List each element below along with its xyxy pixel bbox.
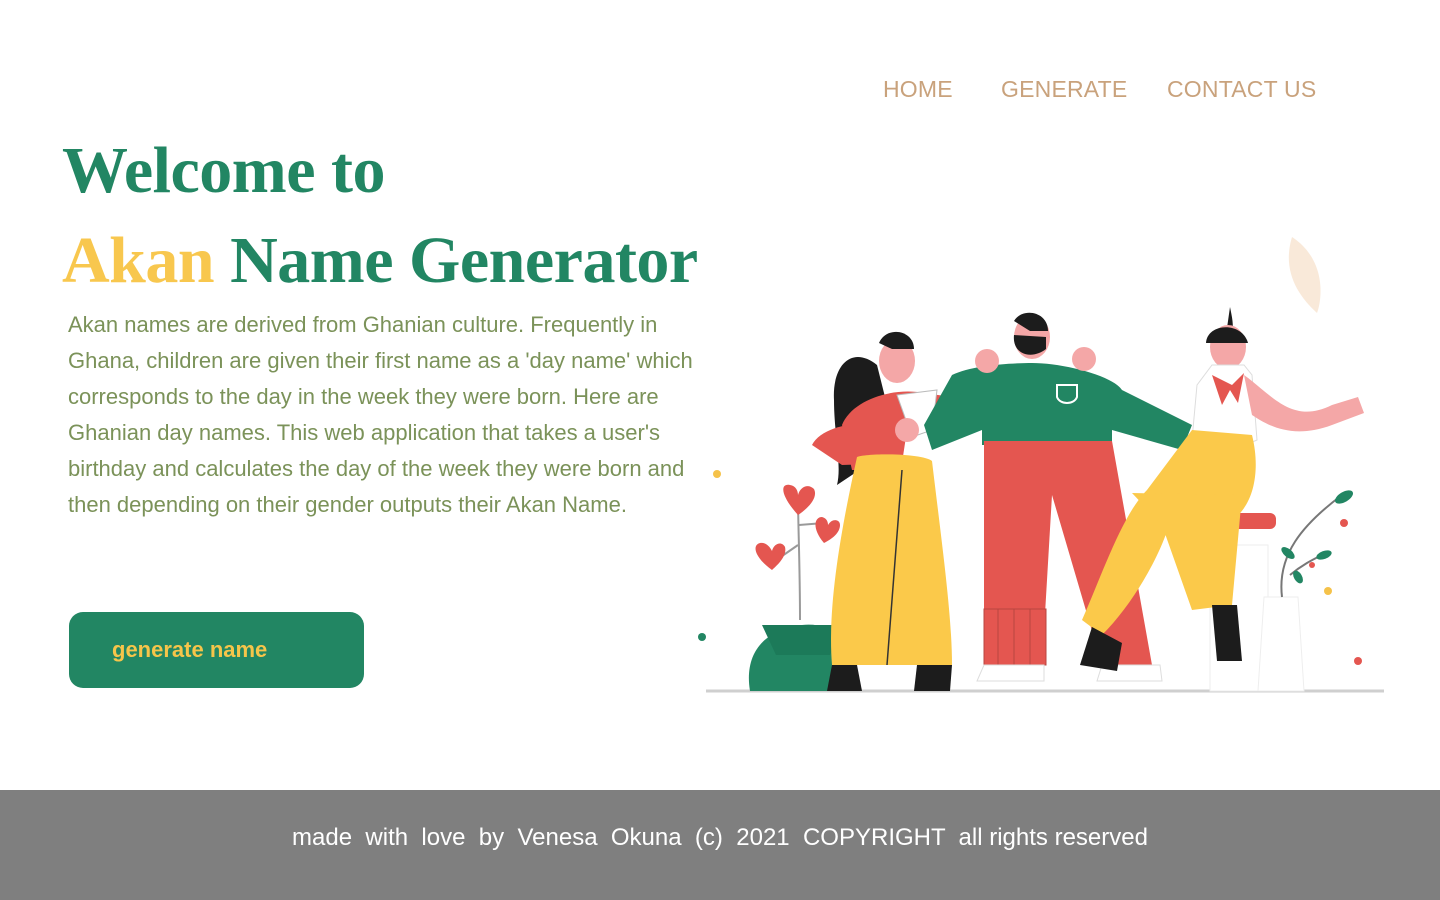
nav-generate-link[interactable]: GENERATE (1001, 76, 1127, 103)
nav-contact-link[interactable]: CONTACT US (1167, 76, 1316, 103)
confetti-dot (1324, 587, 1332, 595)
footer-copyright: made with love by Venesa Okuna (c) 2021 … (292, 824, 1148, 851)
confetti-dot (1340, 519, 1348, 527)
generate-name-button[interactable]: generate name (69, 612, 364, 688)
title-rest: Name Generator (214, 224, 698, 297)
confetti-dot (713, 470, 721, 478)
intro-paragraph: Akan names are derived from Ghanian cult… (68, 312, 693, 517)
confetti-dot (1309, 562, 1315, 568)
site-footer: made with love by Venesa Okuna (c) 2021 … (0, 790, 1440, 900)
confetti-dot (698, 633, 706, 641)
title-accent-word: Akan (62, 224, 215, 297)
leaf-decoration (1288, 237, 1321, 313)
top-nav: HOME GENERATE CONTACT US (0, 76, 1440, 108)
woman-left (812, 331, 954, 691)
nav-home-link[interactable]: HOME (883, 76, 953, 103)
title-line-1: Welcome to (62, 134, 386, 207)
confetti-dot (1354, 657, 1362, 665)
hero-illustration (698, 237, 1384, 693)
page-title: Welcome to Akan Name Generator (62, 126, 698, 306)
